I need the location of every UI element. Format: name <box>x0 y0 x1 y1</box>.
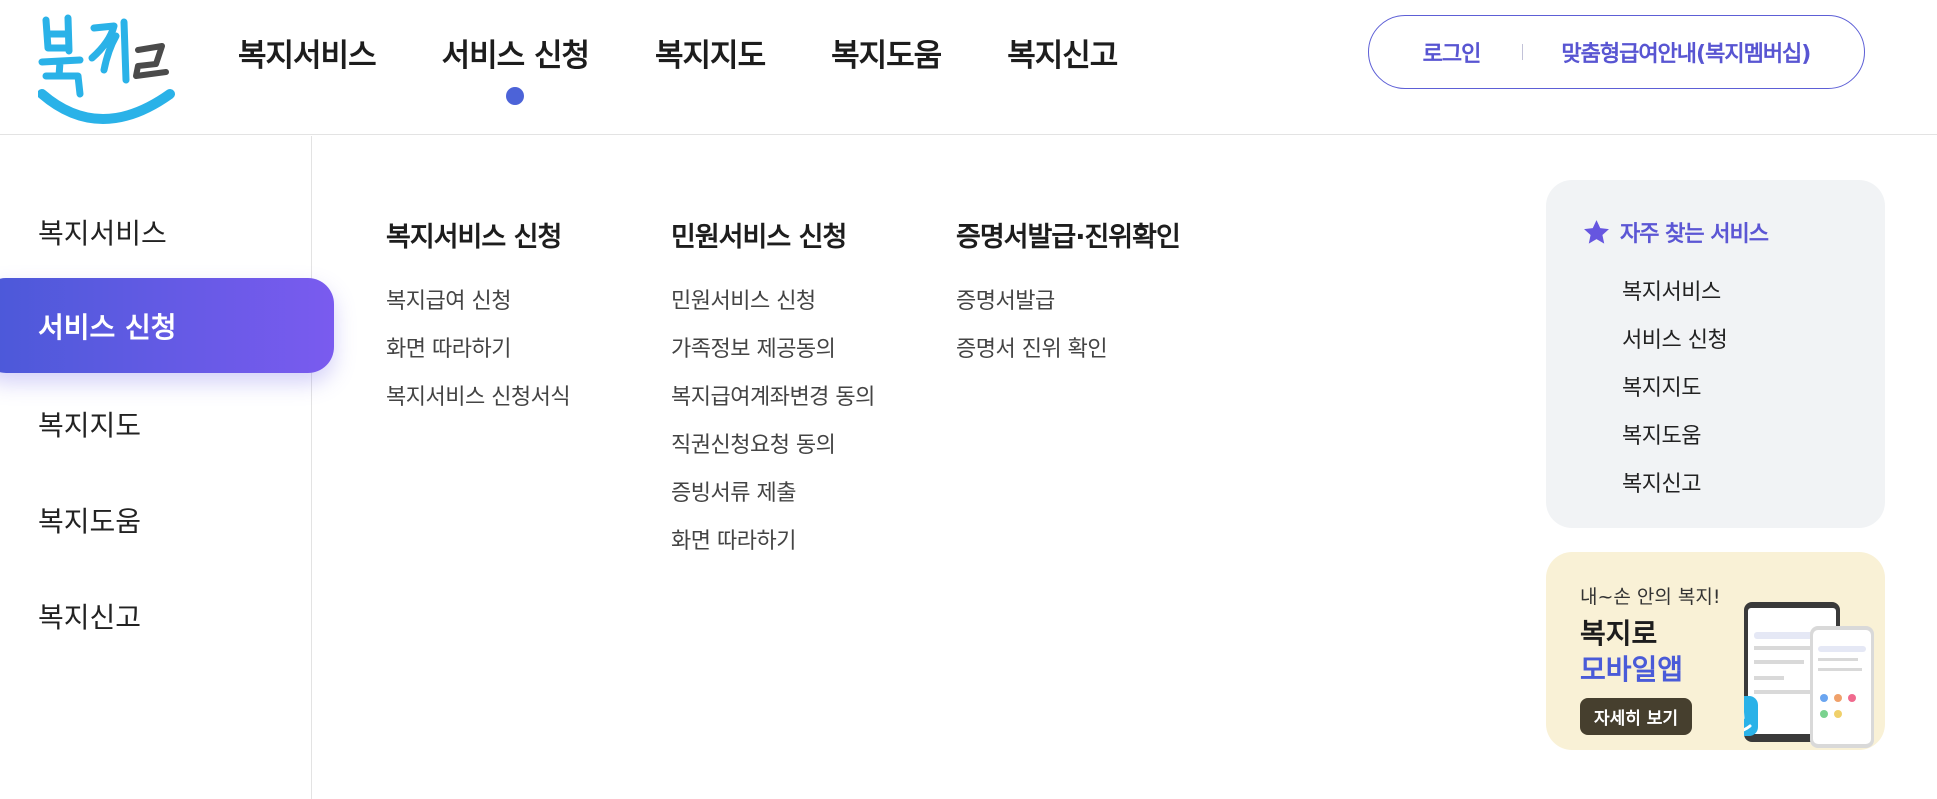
site-header: 복지서비스 서비스 신청 복지지도 복지도움 복지신고 로그인 맞춤형급여안내(… <box>0 0 1937 135</box>
submenu-link[interactable]: 화면 따라하기 <box>386 326 570 374</box>
gnb-item-label: 복지지도 <box>655 38 766 74</box>
gnb-item-label: 복지도움 <box>831 38 942 74</box>
submenu-column-title: 민원서비스 신청 <box>671 222 847 253</box>
banner-subtitle: 내~손 안의 복지! <box>1580 586 1721 608</box>
submenu-link[interactable]: 복지급여 신청 <box>386 278 570 326</box>
gnb-item-welfare-service[interactable]: 복지서비스 <box>238 30 377 75</box>
mobile-app-banner[interactable]: 내~손 안의 복지! 복지로 모바일앱 자세히 보기 <box>1546 552 1885 750</box>
gnb-item-service-apply[interactable]: 서비스 신청 <box>441 30 590 105</box>
submenu-column-civil-apply: 민원서비스 신청 민원서비스 신청 가족정보 제공동의 복지급여계좌변경 동의 … <box>671 215 875 566</box>
divider <box>1522 44 1524 60</box>
side-item-service-apply[interactable]: 서비스 신청 <box>0 278 334 373</box>
favorite-link[interactable]: 복지지도 <box>1622 365 1727 413</box>
bokjiro-logo[interactable] <box>37 14 176 136</box>
favorite-link[interactable]: 서비스 신청 <box>1622 317 1728 365</box>
view-details-button[interactable]: 자세히 보기 <box>1580 698 1692 735</box>
submenu-column-title: 복지서비스 신청 <box>386 222 562 253</box>
welfare-membership-link[interactable]: 맞춤형급여안내(복지멤버십) <box>1561 36 1811 68</box>
side-item-welfare-map[interactable]: 복지지도 <box>38 404 141 444</box>
gnb-item-label: 복지서비스 <box>238 38 377 74</box>
star-icon <box>1584 219 1609 244</box>
gnb-item-welfare-report[interactable]: 복지신고 <box>1007 30 1118 75</box>
favorite-link[interactable]: 복지서비스 <box>1622 269 1727 317</box>
submenu-link[interactable]: 복지서비스 신청서식 <box>386 374 571 422</box>
submenu-column-welfare-apply: 복지서비스 신청 복지급여 신청 화면 따라하기 복지서비스 신청서식 <box>386 215 571 422</box>
submenu-link[interactable]: 가족정보 제공동의 <box>671 326 875 374</box>
submenu-link[interactable]: 증명서 진위 확인 <box>956 326 1180 374</box>
gnb-item-label: 서비스 신청 <box>441 38 590 74</box>
favorite-services-panel: 자주 찾는 서비스 복지서비스 서비스 신청 복지지도 복지도움 복지신고 <box>1546 180 1885 528</box>
gnb-item-label: 복지신고 <box>1007 38 1118 74</box>
submenu-link[interactable]: 증빙서류 제출 <box>671 470 875 518</box>
banner-title: 복지로 <box>1580 617 1658 650</box>
side-item-label: 서비스 신청 <box>38 311 177 344</box>
submenu-column-certificate: 증명서발급·진위확인 증명서발급 증명서 진위 확인 <box>956 215 1181 374</box>
global-nav: 복지서비스 서비스 신청 복지지도 복지도움 복지신고 <box>238 30 1183 105</box>
submenu-link[interactable]: 민원서비스 신청 <box>671 278 875 326</box>
side-item-welfare-help[interactable]: 복지도움 <box>38 500 141 540</box>
side-item-welfare-service[interactable]: 복지서비스 <box>38 212 167 252</box>
submenu-link[interactable]: 직권신청요청 동의 <box>671 422 875 470</box>
gnb-item-welfare-help[interactable]: 복지도움 <box>831 30 942 75</box>
favorite-link[interactable]: 복지신고 <box>1622 461 1727 509</box>
favorite-link[interactable]: 복지도움 <box>1622 413 1727 461</box>
auth-box: 로그인 맞춤형급여안내(복지멤버십) <box>1368 15 1865 89</box>
mobile-app-screenshot-image <box>1744 602 1874 748</box>
submenu-link[interactable]: 복지급여계좌변경 동의 <box>671 374 875 422</box>
submenu-link[interactable]: 증명서발급 <box>956 278 1180 326</box>
side-item-welfare-report[interactable]: 복지신고 <box>38 596 141 636</box>
login-link[interactable]: 로그인 <box>1423 36 1482 68</box>
submenu-link[interactable]: 화면 따라하기 <box>671 518 875 566</box>
gnb-item-welfare-map[interactable]: 복지지도 <box>655 30 766 75</box>
side-menu: 복지서비스 서비스 신청 복지지도 복지도움 복지신고 <box>0 136 334 799</box>
banner-title-highlight: 모바일앱 <box>1580 653 1684 686</box>
submenu-column-title: 증명서발급·진위확인 <box>956 222 1181 253</box>
favorite-services-header: 자주 찾는 서비스 <box>1582 216 1769 248</box>
active-indicator-dot <box>506 87 525 105</box>
favorite-services-list: 복지서비스 서비스 신청 복지지도 복지도움 복지신고 <box>1622 269 1728 509</box>
favorite-services-title: 자주 찾는 서비스 <box>1620 222 1769 247</box>
